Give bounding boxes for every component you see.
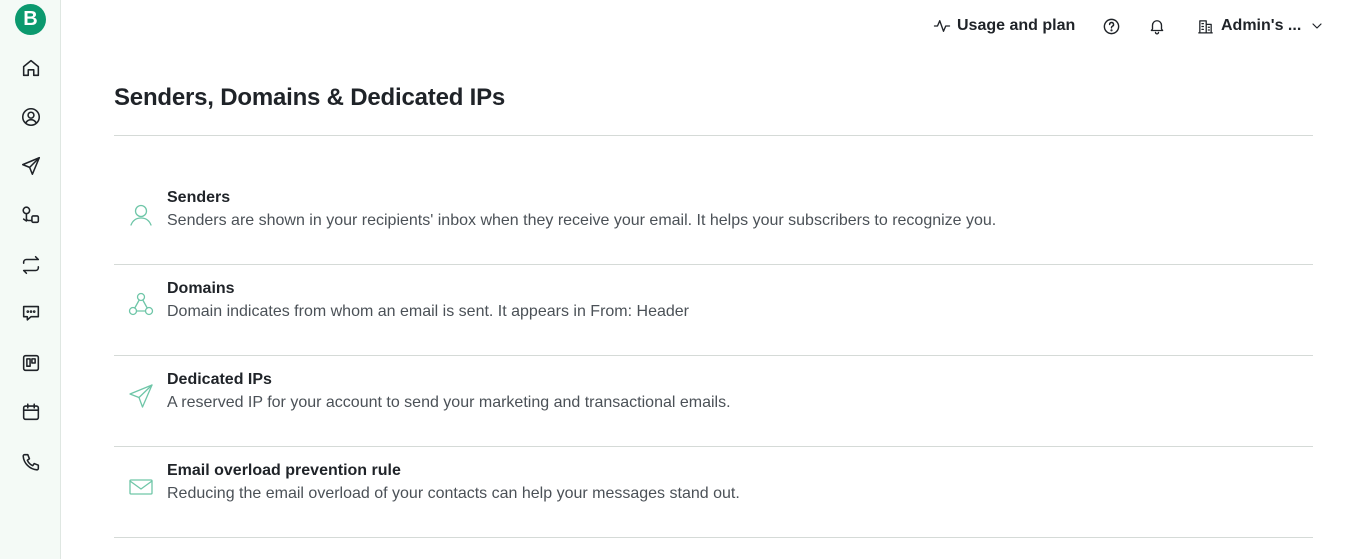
- list-item-title: Domains: [167, 280, 235, 297]
- phone-icon[interactable]: [19, 450, 43, 474]
- brevo-logo[interactable]: B: [15, 4, 46, 35]
- list-item-description: Reducing the email overload of your cont…: [167, 485, 740, 502]
- list-item-dedicated-ips[interactable]: Dedicated IPs A reserved IP for your acc…: [114, 356, 1313, 447]
- list-item-domains[interactable]: Domains Domain indicates from whom an em…: [114, 265, 1313, 356]
- meetings-icon[interactable]: [19, 400, 43, 424]
- campaigns-icon[interactable]: [19, 154, 43, 178]
- home-icon[interactable]: [19, 56, 43, 80]
- list-item-title: Senders: [167, 189, 231, 206]
- list-item-email-overload[interactable]: Email overload prevention rule Reducing …: [114, 447, 1313, 538]
- network-icon: [127, 291, 155, 319]
- list-item-title: Email overload prevention rule: [167, 462, 401, 479]
- bell-icon: [1150, 20, 1164, 35]
- notifications-button[interactable]: [1148, 14, 1166, 38]
- top-bar: Usage and plan Admin's ...: [61, 0, 1366, 52]
- list-item-title: Dedicated IPs: [167, 371, 272, 388]
- envelope-icon: [127, 473, 155, 501]
- deals-icon[interactable]: [19, 351, 43, 375]
- help-icon: [1103, 18, 1120, 34]
- usage-and-plan-label: Usage and plan: [957, 17, 1076, 34]
- help-button[interactable]: [1102, 14, 1121, 38]
- page-title: Senders, Domains & Dedicated IPs: [114, 84, 506, 111]
- chevron-down-icon: [1312, 23, 1322, 29]
- conversations-icon[interactable]: [19, 301, 43, 325]
- account-name: Admin's ...: [1221, 17, 1302, 34]
- usage-and-plan-button[interactable]: Usage and plan: [933, 14, 1075, 38]
- title-divider: [114, 135, 1313, 136]
- activity-icon: [933, 20, 951, 32]
- transactional-icon[interactable]: [19, 253, 43, 277]
- sidebar: B: [0, 0, 61, 559]
- automations-icon[interactable]: [19, 203, 43, 227]
- building-icon: [1198, 19, 1213, 34]
- account-menu-button[interactable]: Admin's ...: [1197, 14, 1325, 38]
- list-item-senders[interactable]: Senders Senders are shown in your recipi…: [114, 174, 1313, 265]
- paper-plane-icon: [127, 382, 155, 410]
- user-icon: [127, 200, 155, 228]
- list-item-description: Senders are shown in your recipients' in…: [167, 212, 997, 229]
- contacts-icon[interactable]: [19, 105, 43, 129]
- list-item-description: A reserved IP for your account to send y…: [167, 394, 731, 411]
- list-item-description: Domain indicates from whom an email is s…: [167, 303, 689, 320]
